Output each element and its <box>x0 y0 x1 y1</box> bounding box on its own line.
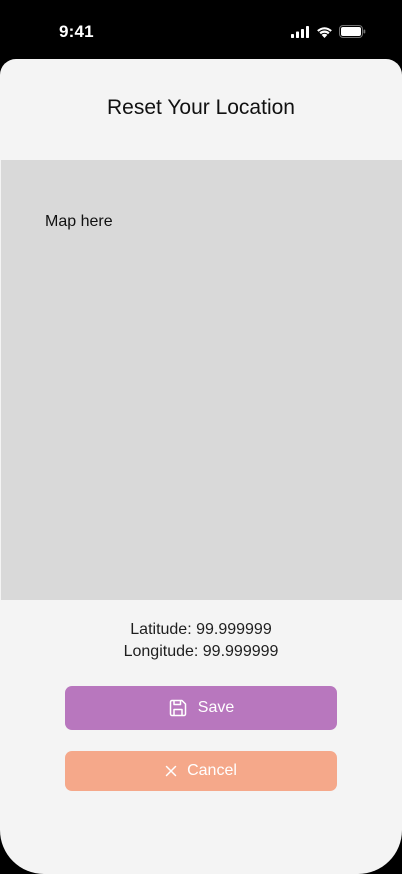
reset-location-sheet: Reset Your Location Map here Latitude: 9… <box>0 59 402 874</box>
close-icon <box>165 765 177 777</box>
latitude-text: Latitude: 99.999999 <box>130 621 272 638</box>
status-time: 9:41 <box>59 22 94 41</box>
save-button-label: Save <box>197 699 235 716</box>
wifi-icon <box>316 25 333 43</box>
cellular-signal-icon <box>291 25 310 43</box>
status-icons <box>291 25 366 43</box>
cancel-button-label: Cancel <box>187 762 237 779</box>
cancel-button[interactable]: Cancel <box>65 751 337 791</box>
battery-icon <box>339 25 366 43</box>
page-title: Reset Your Location <box>107 96 295 119</box>
map-view[interactable]: Map here <box>1 160 402 600</box>
map-placeholder-text: Map here <box>45 213 113 230</box>
status-bar: 9:41 <box>0 0 402 60</box>
save-icon <box>168 698 188 718</box>
save-button[interactable]: Save <box>65 686 337 730</box>
coordinates-readout: Latitude: 99.999999 Longitude: 99.999999 <box>0 619 402 663</box>
longitude-text: Longitude: 99.999999 <box>123 643 279 660</box>
